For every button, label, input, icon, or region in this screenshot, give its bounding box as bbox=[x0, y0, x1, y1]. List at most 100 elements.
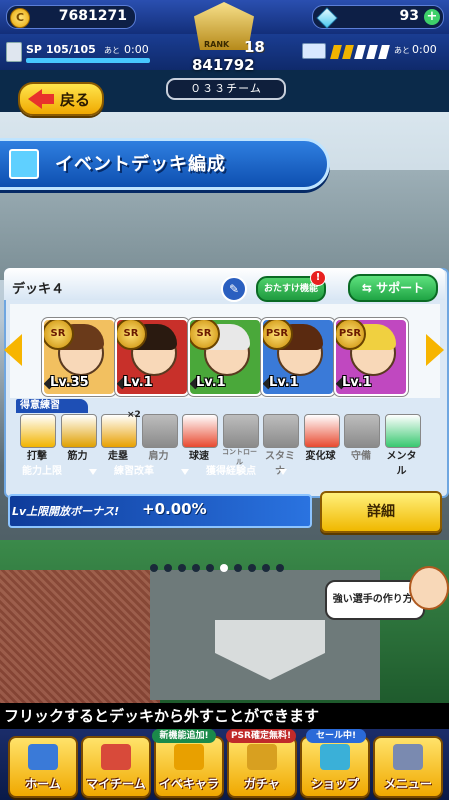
skill-label: 肩力 bbox=[148, 451, 169, 462]
stamina-segment bbox=[354, 45, 366, 59]
team-icon bbox=[101, 744, 131, 770]
skill-shoe: ×2 走塁 bbox=[99, 410, 141, 462]
nav-label: ショップ bbox=[310, 777, 359, 791]
rank-word: RANK bbox=[204, 40, 230, 49]
detail-button[interactable]: 詳細 bbox=[320, 491, 442, 533]
deck-card[interactable]: PSR Lv.1 bbox=[261, 318, 335, 396]
card-level: Lv.35 bbox=[50, 375, 89, 390]
new-feature-tag: 新機能追加! bbox=[152, 729, 216, 743]
page-dot[interactable] bbox=[178, 564, 186, 572]
tab-label: 能力上限 bbox=[22, 466, 62, 477]
stamina-timer: 0:00 bbox=[412, 43, 437, 56]
skill-label: 守備 bbox=[351, 451, 371, 462]
skill-dumbbell: 筋力 bbox=[59, 414, 97, 462]
page-dot[interactable] bbox=[164, 564, 172, 572]
rank-emblem[interactable]: RANK 18 841792 bbox=[172, 2, 276, 74]
support-button[interactable]: ⇆ サポート bbox=[348, 274, 438, 302]
back-button[interactable]: 戻る bbox=[18, 82, 104, 116]
guide-banner[interactable]: 強い選手の作り方! bbox=[325, 566, 449, 626]
deck-name: デッキ４ bbox=[12, 282, 65, 297]
add-gems-button[interactable]: + bbox=[424, 9, 440, 25]
rarity-badge: SR bbox=[117, 320, 147, 350]
stamina-segment bbox=[330, 45, 342, 59]
gem-value: 93 bbox=[399, 8, 419, 24]
tab-ability-limit[interactable]: 能力上限 bbox=[14, 463, 102, 481]
home-icon bbox=[28, 744, 58, 770]
nav-team[interactable]: マイチーム bbox=[81, 736, 151, 798]
swap-icon: ⇆ bbox=[361, 281, 377, 295]
coin-value: 7681271 bbox=[58, 8, 127, 24]
skill-curve-ball: 変化球 bbox=[302, 414, 340, 462]
skill-hat: スタミナ bbox=[261, 414, 299, 477]
field-dirt bbox=[0, 570, 160, 710]
support-button-label: サポート bbox=[376, 281, 425, 295]
skill-glove: 守備 bbox=[342, 414, 380, 462]
skill-label: 走塁 bbox=[108, 451, 128, 462]
next-deck-arrow-icon[interactable] bbox=[426, 334, 444, 366]
skills-header: 得意練習 bbox=[16, 399, 88, 413]
gacha-icon bbox=[247, 744, 277, 770]
nav-label: ガチャ bbox=[244, 777, 280, 791]
nav-label: メニュー bbox=[383, 777, 432, 791]
skill-ball: 球速 bbox=[180, 414, 218, 462]
chevron-down-icon bbox=[279, 469, 287, 475]
team-name: ０３３チーム bbox=[166, 78, 286, 100]
nav-home[interactable]: ホーム bbox=[8, 736, 78, 798]
deck-card[interactable]: SR Lv.1 bbox=[188, 318, 262, 396]
nav-event-chara[interactable]: イベキャラ bbox=[154, 736, 224, 798]
sale-tag: セール中! bbox=[306, 729, 366, 743]
guide-character-icon bbox=[409, 566, 449, 610]
diamond-icon bbox=[316, 7, 338, 29]
sp-value: SP 105/105 bbox=[26, 43, 96, 56]
title-banner: イベントデッキ編成 bbox=[0, 138, 330, 190]
skill-label: 打撃 bbox=[27, 451, 47, 462]
page-dot[interactable] bbox=[192, 564, 200, 572]
dumbbell-icon bbox=[60, 414, 97, 448]
skill-label: メンタル bbox=[386, 451, 417, 477]
nav-label: イベキャラ bbox=[158, 777, 219, 791]
bonus-label: Lv上限開放ボーナス! bbox=[12, 505, 120, 518]
deck-card[interactable]: PSR Lv.1 bbox=[334, 318, 408, 396]
nav-gacha[interactable]: ガチャ bbox=[227, 736, 297, 798]
page-dot[interactable] bbox=[234, 564, 242, 572]
deck-card[interactable]: SR Lv.1 bbox=[115, 318, 189, 396]
page-dot[interactable] bbox=[248, 564, 256, 572]
page-dot[interactable] bbox=[220, 564, 228, 572]
card-level: Lv.1 bbox=[196, 375, 226, 390]
nav-label: マイチーム bbox=[86, 777, 146, 791]
bat-icon bbox=[20, 414, 56, 448]
pencil-icon[interactable]: ✎ bbox=[221, 276, 247, 302]
nav-menu[interactable]: メニュー bbox=[373, 736, 443, 798]
skill-label: 筋力 bbox=[67, 451, 88, 462]
target-icon bbox=[222, 414, 259, 448]
deck-edit-icon bbox=[9, 149, 39, 179]
nav-shop[interactable]: ショップ bbox=[300, 736, 370, 798]
previous-deck-arrow-icon[interactable] bbox=[4, 334, 22, 366]
skill-clover: メンタル bbox=[383, 414, 421, 477]
clover-icon bbox=[384, 414, 421, 448]
stamina-remaining-label: あと bbox=[394, 46, 410, 55]
rarity-badge: PSR bbox=[336, 320, 366, 350]
skill-target: コントロール bbox=[221, 414, 259, 466]
page-dot[interactable] bbox=[150, 564, 158, 572]
skill-arm: 肩力 bbox=[140, 414, 178, 462]
tab-practice-reform[interactable]: 練習改革 bbox=[106, 463, 194, 481]
alert-badge: ! bbox=[310, 270, 326, 286]
card-level: Lv.1 bbox=[123, 375, 153, 390]
deck-card[interactable]: SR Lv.35 bbox=[42, 318, 116, 396]
glove-icon bbox=[344, 414, 380, 448]
ticket-icon bbox=[302, 43, 326, 59]
page-title: イベントデッキ編成 bbox=[55, 154, 226, 175]
page-dot[interactable] bbox=[276, 564, 284, 572]
rarity-badge: SR bbox=[44, 320, 74, 350]
card-level: Lv.1 bbox=[269, 375, 299, 390]
page-dot[interactable] bbox=[262, 564, 270, 572]
back-button-label: 戻る bbox=[60, 91, 91, 109]
psr-free-tag: PSR確定無料! bbox=[226, 729, 296, 743]
rank-points: 841792 bbox=[192, 56, 255, 74]
sp-remaining-label: あと bbox=[104, 46, 120, 55]
page-dot[interactable] bbox=[206, 564, 214, 572]
tab-experience-points[interactable]: 獲得経験点 bbox=[198, 463, 292, 481]
event-chara-icon bbox=[174, 744, 204, 770]
shop-icon bbox=[320, 744, 350, 770]
